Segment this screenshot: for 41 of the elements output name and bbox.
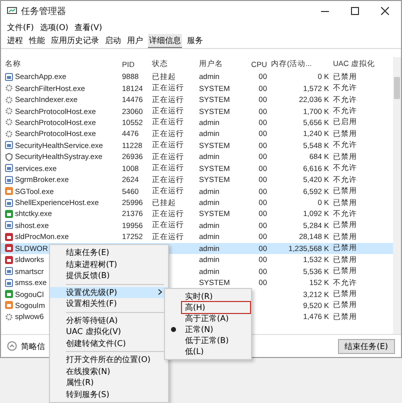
menu-item[interactable]: 结束任务(E) — [50, 247, 168, 258]
menu-item[interactable]: 低(L) — [181, 345, 208, 358]
details-label[interactable]: 简略信 — [21, 340, 45, 352]
menu-item[interactable]: 文件(F) — [7, 22, 34, 32]
menu-item[interactable]: 低于正常(B) — [181, 334, 233, 347]
tab[interactable]: 用户 — [126, 34, 144, 48]
scrollbar[interactable] — [393, 57, 401, 334]
end-task-button[interactable]: 结束任务(E) — [338, 338, 395, 354]
close-icon[interactable] — [381, 7, 389, 15]
tab[interactable]: 性能 — [28, 34, 46, 48]
menu-item[interactable]: 正常(N) — [181, 323, 218, 336]
app-icon — [5, 141, 13, 150]
menu-item[interactable]: 设置优先级(P) — [50, 286, 168, 298]
menu-item[interactable]: 高于正常(A) — [181, 312, 233, 325]
tab[interactable]: 详细信息 — [148, 34, 182, 48]
menu-item[interactable]: 查看(V) — [74, 22, 102, 32]
menu-item[interactable]: 分析等待链(A) — [50, 314, 168, 326]
menu-item[interactable]: 设置相关性(F) — [50, 298, 168, 310]
window-title: 任务管理器 — [21, 6, 66, 18]
tab[interactable]: 服务 — [186, 34, 204, 48]
menu-item[interactable]: UAC 虚拟化(V) — [50, 326, 168, 338]
tab[interactable]: 启动 — [104, 34, 122, 48]
menu-item[interactable]: 在线搜索(N) — [50, 366, 168, 377]
app-icon — [5, 72, 13, 81]
app-icon — [7, 6, 17, 16]
menu-item[interactable]: 实时(R) — [181, 290, 217, 303]
menu-item[interactable]: 转到服务(S) — [50, 388, 168, 400]
tab[interactable]: 应用历史记录 — [50, 34, 100, 48]
menu-item[interactable]: 高(H) — [181, 301, 251, 314]
shield-icon — [5, 152, 13, 161]
menu-item[interactable]: 提供反馈(B) — [50, 270, 168, 282]
menu-item[interactable]: 结束进程树(T) — [50, 258, 168, 270]
menu-item[interactable]: 选项(O) — [40, 22, 68, 32]
menu-item[interactable]: 属性(R) — [50, 377, 168, 388]
menu-item[interactable]: 打开文件所在的位置(O) — [50, 354, 168, 366]
menu-item[interactable]: 创建转储文件(C) — [50, 338, 168, 349]
tab[interactable]: 进程 — [6, 34, 24, 48]
minimize-icon[interactable] — [321, 10, 329, 12]
maximize-icon[interactable] — [351, 7, 359, 15]
gear-icon — [5, 312, 13, 321]
collapse-icon[interactable] — [7, 341, 17, 351]
